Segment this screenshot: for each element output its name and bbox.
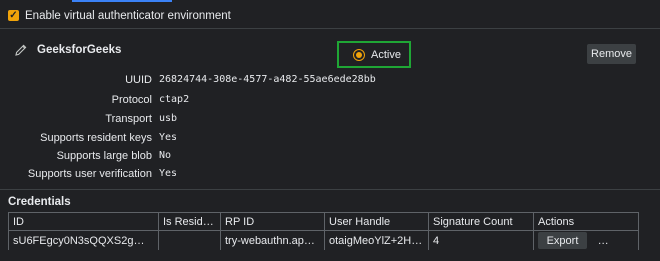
export-button[interactable]: Export — [538, 232, 587, 249]
active-radio-group[interactable]: Active — [337, 41, 411, 68]
property-value: 26824744-308e-4577-a482-55ae6ede28bb — [159, 74, 376, 85]
column-header-actions: Actions — [533, 212, 639, 231]
property-row-large-blob: Supports large blob No — [0, 150, 660, 164]
property-label: Protocol — [111, 94, 152, 106]
environment-toggle-bar: ✓ Enable virtual authenticator environme… — [0, 3, 660, 29]
enable-environment-checkbox[interactable]: ✓ — [8, 10, 19, 21]
authenticator-panel: GeeksforGeeks Active Remove UUID 2682474… — [0, 29, 660, 192]
property-label: Supports large blob — [56, 150, 152, 162]
radio-dot — [356, 51, 362, 58]
property-row-protocol: Protocol ctap2 — [0, 94, 660, 108]
credential-id-cell: sU6FEgcy0N3sQQXS2gWkubbsu+... — [8, 230, 159, 251]
is-resident-cell — [158, 230, 221, 251]
authenticator-name[interactable]: GeeksforGeeks — [37, 44, 121, 56]
signature-count-cell: 4 — [428, 230, 534, 251]
active-label: Active — [371, 48, 401, 61]
property-label: Supports user verification — [27, 168, 152, 180]
property-row-uuid: UUID 26824744-308e-4577-a482-55ae6ede28b… — [0, 74, 660, 88]
property-value: usb — [159, 113, 178, 124]
property-value: Yes — [159, 132, 178, 143]
pencil-icon[interactable] — [14, 43, 28, 57]
section-divider — [0, 189, 660, 190]
table-header-row: ID Is Resident RP ID User Handle Signatu… — [8, 212, 639, 231]
column-header-id: ID — [8, 212, 159, 231]
rp-id-cell: try-webauthn.appspot.... — [220, 230, 325, 251]
enable-environment-label: Enable virtual authenticator environment — [25, 9, 231, 22]
property-value: Yes — [159, 168, 178, 179]
property-value: No — [159, 150, 172, 161]
property-row-user-verification: Supports user verification Yes — [0, 168, 660, 182]
property-row-resident-keys: Supports resident keys Yes — [0, 132, 660, 146]
property-label: Transport — [105, 113, 152, 125]
credentials-table: ID Is Resident RP ID User Handle Signatu… — [8, 212, 639, 251]
property-label: UUID — [125, 74, 152, 86]
remove-button[interactable]: Remove — [587, 44, 636, 64]
column-header-user-handle: User Handle — [324, 212, 429, 231]
panel-footer-space — [0, 250, 660, 261]
property-row-transport: Transport usb — [0, 113, 660, 127]
active-radio[interactable] — [353, 48, 365, 61]
more-actions-button[interactable]: ... — [598, 235, 609, 247]
property-label: Supports resident keys — [40, 132, 152, 144]
column-header-signature-count: Signature Count — [428, 212, 534, 231]
column-header-is-resident: Is Resident — [158, 212, 221, 231]
property-value: ctap2 — [159, 94, 190, 105]
user-handle-cell: otaigMeoYlZ+2HYIC8... — [324, 230, 429, 251]
column-header-rp-id: RP ID — [220, 212, 325, 231]
actions-cell: Export ... — [533, 230, 639, 251]
active-tab-indicator — [72, 0, 172, 2]
credentials-title: Credentials — [8, 196, 71, 208]
table-row: sU6FEgcy0N3sQQXS2gWkubbsu+... try-webaut… — [8, 230, 639, 251]
